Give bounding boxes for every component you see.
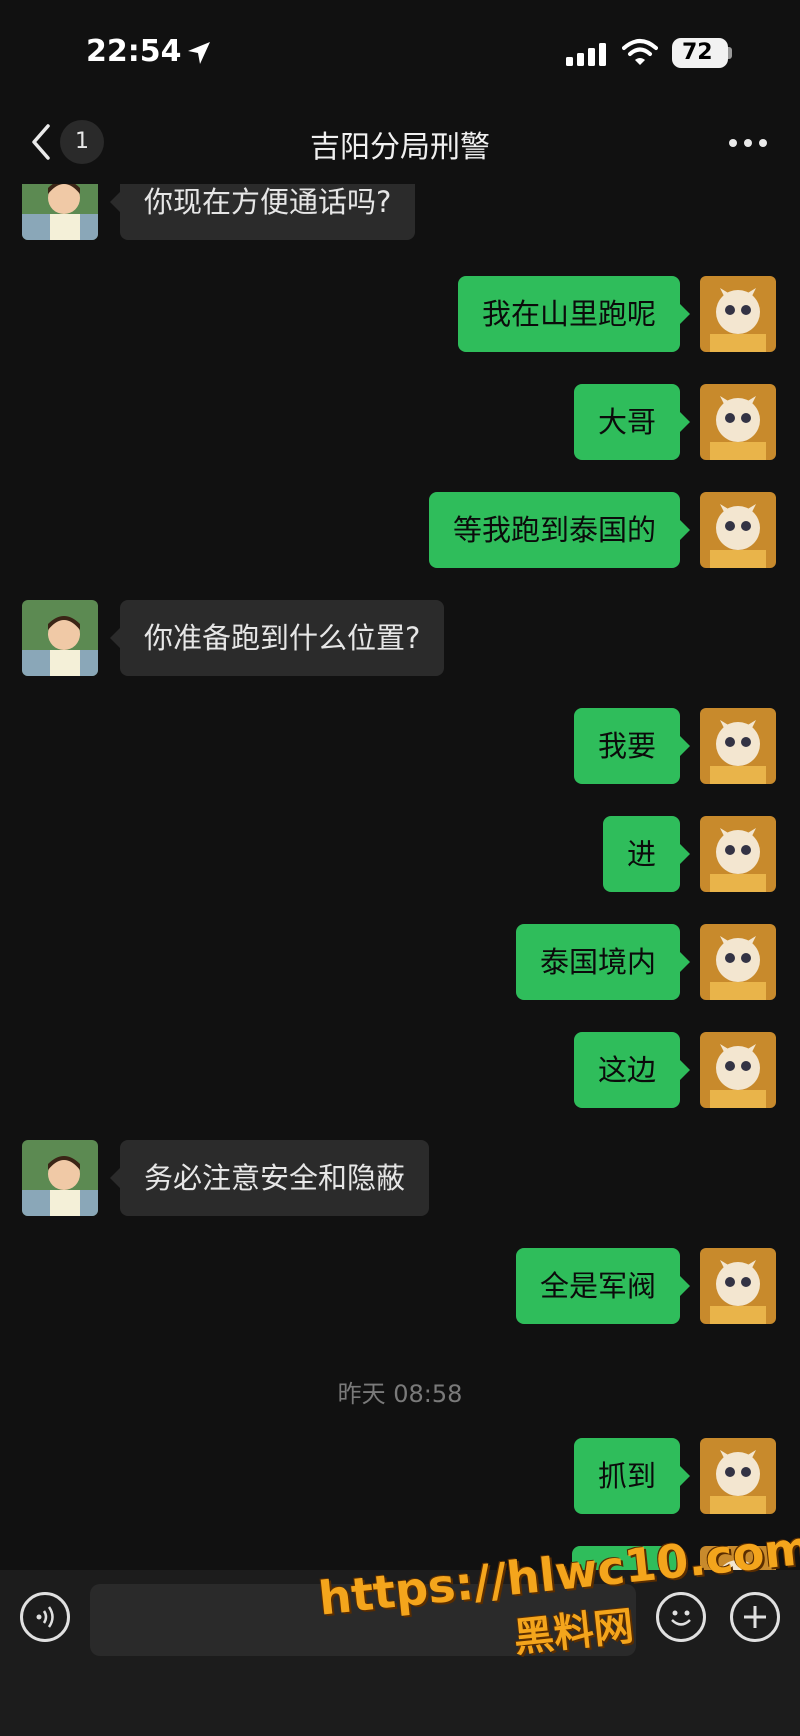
tiger-avatar-icon — [700, 816, 776, 892]
tiger-avatar-icon — [700, 708, 776, 784]
my-avatar[interactable] — [700, 384, 776, 460]
message-row: 你准备跑到什么位置? — [0, 600, 800, 676]
my-avatar[interactable] — [700, 492, 776, 568]
message-list[interactable]: 你现在方便通话吗? 我在山里跑呢 大哥 等我跑到泰国的 你准备跑到什么位置? 我… — [0, 184, 800, 1570]
more-dots-icon[interactable] — [728, 138, 768, 148]
tiger-avatar-icon — [700, 1032, 776, 1108]
message-row: 我要 — [0, 708, 800, 784]
my-avatar[interactable] — [700, 1438, 776, 1514]
tiger-avatar-icon — [700, 1248, 776, 1324]
voice-icon[interactable] — [20, 1592, 70, 1642]
tiger-avatar-icon — [700, 276, 776, 352]
sent-message-bubble[interactable]: 我要 — [573, 708, 691, 784]
nav-bar: 1 吉阳分局刑警 — [0, 100, 800, 184]
message-row: 大哥 — [0, 384, 800, 460]
message-row: 全是军阀 — [0, 1248, 800, 1324]
message-row: 抓到 — [0, 1438, 800, 1514]
message-row: 进 — [0, 816, 800, 892]
my-avatar[interactable] — [700, 1248, 776, 1324]
contact-avatar[interactable] — [22, 600, 98, 676]
wifi-icon — [622, 39, 658, 65]
boy-avatar-icon — [22, 1140, 98, 1216]
tiger-avatar-icon — [700, 1438, 776, 1514]
battery-cap — [728, 47, 732, 59]
sent-message-bubble[interactable]: 泰国境内 — [515, 924, 691, 1000]
sent-message-bubble[interactable]: 全是军阀 — [515, 1248, 691, 1324]
tiger-avatar-icon — [700, 384, 776, 460]
message-row: 我在山里跑呢 — [0, 276, 800, 352]
sent-message-bubble[interactable]: 等我跑到泰国的 — [428, 492, 691, 568]
received-message-bubble[interactable]: 你准备跑到什么位置? — [109, 600, 445, 676]
message-row: 这边 — [0, 1032, 800, 1108]
my-avatar[interactable] — [700, 816, 776, 892]
boy-avatar-icon — [22, 600, 98, 676]
message-timestamp: 昨天 08:58 — [337, 1380, 463, 1408]
contact-avatar[interactable] — [22, 184, 98, 240]
status-bar: 22:54 72 — [0, 0, 800, 100]
my-avatar[interactable] — [700, 708, 776, 784]
my-avatar[interactable] — [700, 1032, 776, 1108]
chat-title: 吉阳分局刑警 — [310, 130, 490, 165]
message-row: 你现在方便通话吗? — [0, 184, 800, 240]
cellular-signal-icon — [566, 43, 606, 66]
received-message-bubble[interactable]: 务必注意安全和隐蔽 — [109, 1140, 430, 1216]
tiger-avatar-icon — [700, 492, 776, 568]
message-row: 泰国境内 — [0, 924, 800, 1000]
message-row: 等我跑到泰国的 — [0, 492, 800, 568]
sent-message-bubble[interactable]: 抓到 — [573, 1438, 691, 1514]
my-avatar[interactable] — [700, 276, 776, 352]
sent-message-bubble[interactable]: 进 — [602, 816, 691, 892]
boy-avatar-icon — [22, 184, 98, 240]
tiger-avatar-icon — [700, 924, 776, 1000]
sent-message-bubble[interactable]: 我在山里跑呢 — [457, 276, 691, 352]
location-arrow-icon — [188, 42, 210, 64]
status-time: 22:54 — [86, 34, 182, 69]
sent-message-bubble[interactable]: 这边 — [573, 1032, 691, 1108]
message-row: 务必注意安全和隐蔽 — [0, 1140, 800, 1216]
received-message-bubble[interactable]: 你现在方便通话吗? — [109, 184, 416, 240]
my-avatar[interactable] — [700, 924, 776, 1000]
battery-indicator: 72 — [672, 38, 728, 68]
contact-avatar[interactable] — [22, 1140, 98, 1216]
sent-message-bubble[interactable]: 大哥 — [573, 384, 691, 460]
